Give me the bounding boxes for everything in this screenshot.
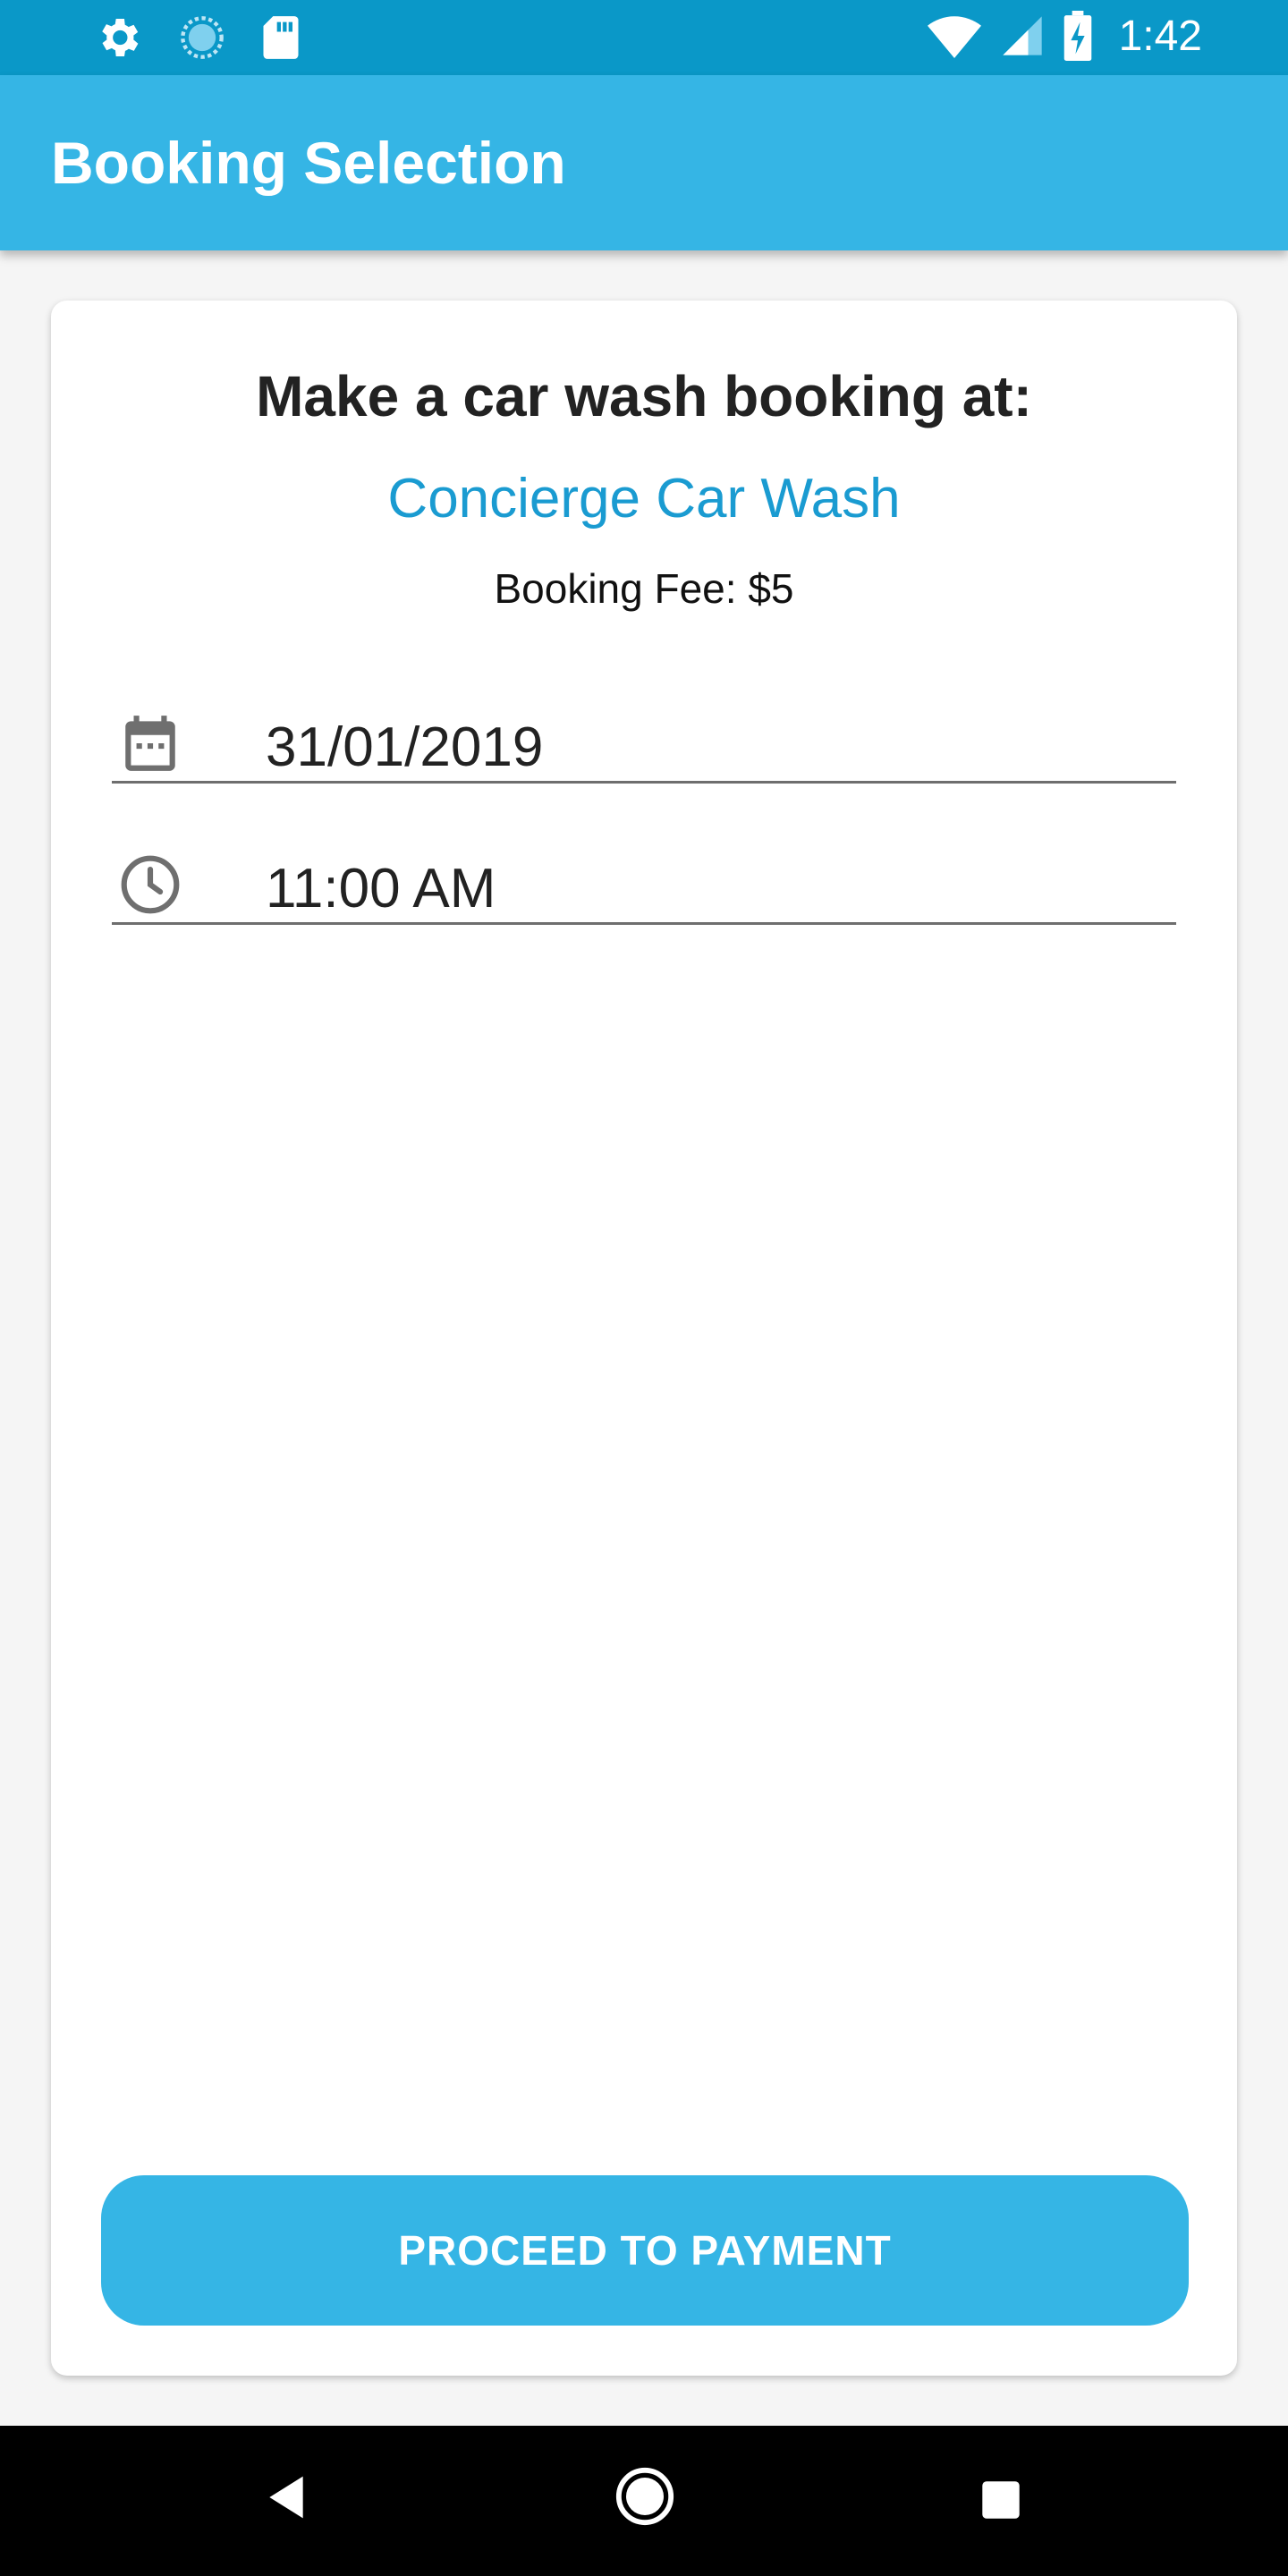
clock-icon [117, 852, 183, 918]
booking-heading: Make a car wash booking at: [256, 364, 1032, 428]
venue-name[interactable]: Concierge Car Wash [51, 467, 1237, 530]
time-field[interactable]: 11:00 AM [112, 835, 1176, 925]
date-value: 31/01/2019 [266, 716, 544, 778]
page-title: Booking Selection [51, 130, 566, 196]
status-time: 1:42 [1118, 12, 1202, 60]
settings-icon [93, 13, 143, 63]
time-value: 11:00 AM [266, 858, 496, 919]
back-icon[interactable] [265, 2472, 308, 2527]
app-bar: Booking Selection [0, 75, 1288, 250]
calendar-icon [117, 710, 183, 776]
sd-card-icon [261, 14, 301, 61]
sync-icon [179, 14, 225, 61]
signal-icon [999, 13, 1046, 59]
battery-charging-icon [1063, 11, 1092, 61]
home-icon[interactable] [614, 2465, 676, 2532]
date-field[interactable]: 31/01/2019 [112, 694, 1176, 784]
wifi-icon [927, 11, 981, 61]
recents-icon[interactable] [980, 2479, 1021, 2525]
booking-card: Make a car wash booking at: Concierge Ca… [51, 301, 1237, 2376]
status-bar: 1:42 [0, 0, 1288, 75]
proceed-to-payment-button[interactable]: PROCEED TO PAYMENT [101, 2175, 1189, 2326]
booking-fee: Booking Fee: $5 [494, 565, 794, 612]
navigation-bar [0, 2426, 1288, 2576]
